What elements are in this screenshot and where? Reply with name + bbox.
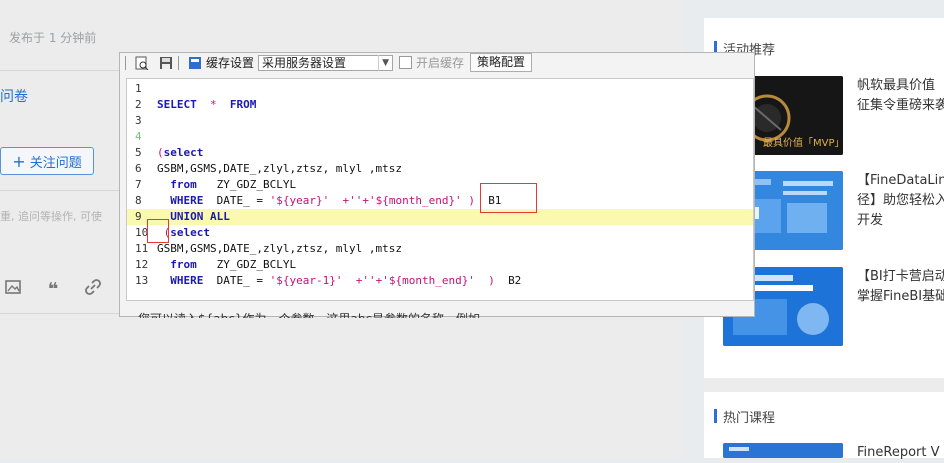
preview-icon[interactable] [135,56,149,70]
course-1-title[interactable]: FineReport V [857,443,944,463]
editor-hint: 重, 追问等操作, 可使 [0,210,102,223]
code-line: 13 WHERE DATE_ = '${year-1}' +''+'${mont… [135,274,522,287]
activity-card-3-title[interactable]: 【BI打卡营启动 掌握FineBI基础 [857,267,944,307]
post-time: 发布于 1 分钟前 [9,31,97,45]
divider [0,190,120,191]
follow-button-label: 关注问题 [29,155,82,171]
code-line: 12 from ZY_GDZ_BCLYL [135,258,297,271]
code-line: 6 GSBM,GSMS,DATE_,zlyl,ztsz, mlyl ,mtsz [135,162,403,175]
code-line: 7 from ZY_GDZ_BCLYL [135,178,297,191]
code-line-highlighted: 9 UNION ALL [127,209,753,225]
divider [0,313,120,314]
quote-icon[interactable]: ❝ [40,279,66,300]
image-icon[interactable] [0,279,26,300]
code-line: 2 SELECT * FROM [135,98,257,111]
cache-setting-select[interactable]: 采用服务器设置 ▼ [258,54,394,71]
annotation-box-paren [147,219,169,243]
code-line: 4 [135,130,142,143]
activity-card-1-title[interactable]: 帆软最具价值 征集令重磅来袭 [857,76,944,116]
code-line: 11 GSBM,GSMS,DATE_,zlyl,ztsz, mlyl ,mtsz [135,242,403,255]
course-card[interactable] [723,443,843,458]
activity-card-2-title[interactable]: 【FineDataLink 径】助您轻松入 开发 [857,171,944,231]
questionnaire-link[interactable]: 问卷 [0,86,28,106]
courses-section-title: 热门课程 [713,407,775,426]
code-line: 1 [135,82,142,95]
save-icon[interactable] [159,56,173,70]
code-line: 5 (select [135,146,204,159]
plus-icon: + [12,151,26,171]
code-line: 8 WHERE DATE_ = '${year}' +''+'${month_e… [135,194,502,207]
dialog-help-text: 您可以读入${abc}作为一个参数，这里abc是参数的名称，例如 [138,310,738,318]
sql-editor[interactable]: 1 2 SELECT * FROM 3 4 5 (select 6 GSBM,GSMS… [126,78,754,301]
svg-text:最具价值「MVP」: 最具价值「MVP」 [763,136,843,149]
toolbar-separator [125,55,126,70]
link-icon[interactable] [80,278,106,301]
cache-icon [188,56,202,70]
policy-config-button[interactable]: 策略配置 [470,53,533,72]
cache-setting-label: 缓存设置 [206,56,255,70]
enable-cache-label: 开启缓存 [416,56,465,70]
section-gap [704,378,944,392]
annotation-box-b1 [480,183,537,213]
toolbar-separator [178,55,179,70]
code-line: 3 [135,114,142,127]
follow-question-button[interactable]: + 关注问题 [0,147,94,175]
code-line: 10 (select [135,226,210,239]
chevron-down-icon: ▼ [378,54,389,71]
enable-cache-checkbox[interactable] [399,56,413,69]
divider [0,70,120,71]
sql-dialog: 缓存设置 采用服务器设置 ▼ 开启缓存 策略配置 1 2 SELECT * FRO… [119,52,755,318]
dialog-toolbar: 缓存设置 采用服务器设置 ▼ 开启缓存 策略配置 [120,53,754,72]
